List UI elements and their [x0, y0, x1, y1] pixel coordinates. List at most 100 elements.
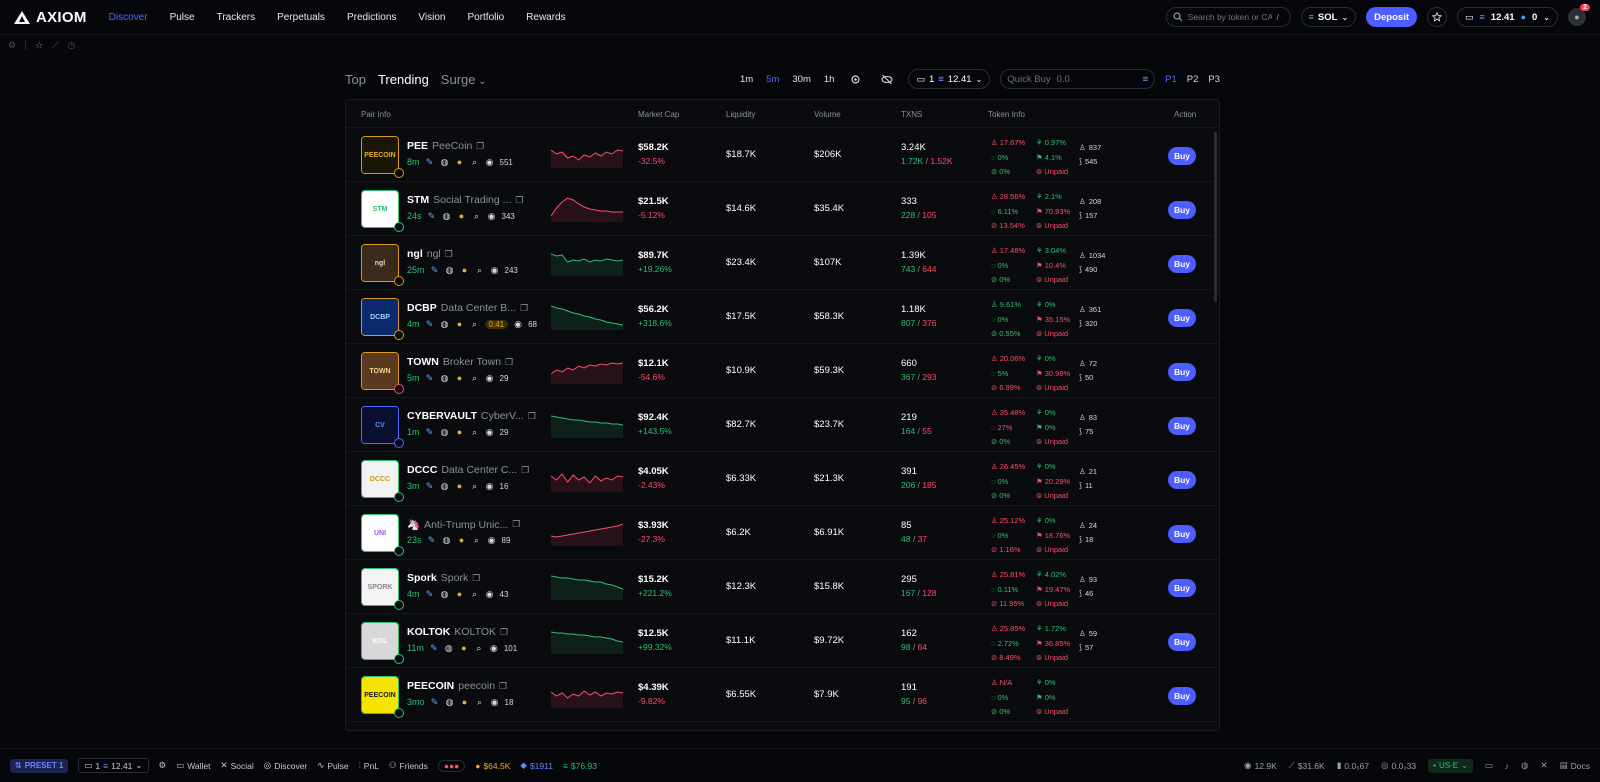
- token-image[interactable]: DCCC: [361, 460, 399, 498]
- token-image[interactable]: SPORK: [361, 568, 399, 606]
- discord-icon[interactable]: ◍: [1521, 760, 1528, 771]
- token-name[interactable]: 🦄 Anti-Trump Unic... ❐: [407, 518, 520, 532]
- buy-button[interactable]: Buy: [1168, 363, 1196, 381]
- coin-icon[interactable]: ●: [460, 697, 470, 707]
- token-image[interactable]: ngl: [361, 244, 399, 282]
- coin-icon[interactable]: ●: [455, 427, 465, 437]
- token-name[interactable]: PEE PeeCoin ❐: [407, 140, 484, 152]
- wallet-selector[interactable]: ▭ 1 ≡ 12.41 ⌄: [908, 69, 991, 89]
- copy-icon[interactable]: ❐: [500, 627, 508, 638]
- globe-icon[interactable]: ◍: [440, 481, 450, 491]
- hide-button[interactable]: [876, 69, 898, 89]
- coin-icon[interactable]: ●: [457, 211, 467, 221]
- coin-icon[interactable]: ●: [460, 265, 470, 275]
- feather-icon[interactable]: ✎: [425, 427, 435, 437]
- feather-icon[interactable]: ✎: [430, 265, 440, 275]
- feather-icon[interactable]: ✎: [425, 373, 435, 383]
- feather-icon[interactable]: ✎: [429, 643, 439, 653]
- footer-link-discover[interactable]: ◎ Discover: [264, 760, 307, 771]
- buy-button[interactable]: Buy: [1168, 255, 1196, 273]
- timeframe-30m[interactable]: 30m: [792, 74, 810, 85]
- token-image[interactable]: UNI: [361, 514, 399, 552]
- copy-icon[interactable]: ❐: [512, 519, 520, 530]
- coin-icon[interactable]: ●: [455, 589, 465, 599]
- token-name[interactable]: KOLTOK KOLTOK ❐: [407, 626, 508, 638]
- region-selector[interactable]: ▪ US-E ⌄: [1428, 758, 1473, 773]
- search-icon[interactable]: ⌕: [475, 265, 485, 275]
- footer-link-pulse[interactable]: ∿ Pulse: [317, 760, 348, 771]
- copy-icon[interactable]: ❐: [515, 195, 523, 206]
- token-name[interactable]: STM Social Trading ... ❐: [407, 194, 523, 206]
- coin-icon[interactable]: ●: [457, 535, 467, 545]
- table-row[interactable]: CV CYBERVAULT CyberV... ❐ 1m ✎ ◍ ● ⌕ ◉ 29 $92.4K +14…: [346, 398, 1219, 452]
- settings-icon[interactable]: ⚙: [159, 760, 167, 771]
- copy-icon[interactable]: ❐: [520, 303, 528, 314]
- table-row[interactable]: DCCC DCCC Data Center C... ❐ 3m ✎ ◍ ● ⌕ ◉ 16 $4.05K…: [346, 452, 1219, 506]
- bell-icon[interactable]: ♪: [1505, 761, 1509, 771]
- footer-link-social[interactable]: ✕ Social: [221, 760, 254, 771]
- buy-button[interactable]: Buy: [1168, 525, 1196, 543]
- quick-buy-box[interactable]: Quick Buy ≡: [1000, 69, 1156, 89]
- timeframe-5m[interactable]: 5m: [766, 74, 779, 85]
- search-box[interactable]: /: [1165, 7, 1291, 27]
- star-icon[interactable]: ☆: [35, 40, 43, 51]
- copy-icon[interactable]: ❐: [505, 357, 513, 368]
- feather-icon[interactable]: ✎: [425, 157, 435, 167]
- buy-button[interactable]: Buy: [1168, 471, 1196, 489]
- globe-icon[interactable]: ◍: [440, 427, 450, 437]
- coin-icon[interactable]: ●: [455, 319, 465, 329]
- search-icon[interactable]: ⌕: [474, 643, 484, 653]
- footer-link-friends[interactable]: ⚇ Friends: [389, 760, 428, 771]
- chart-icon[interactable]: ⟋: [52, 40, 58, 51]
- token-name[interactable]: CYBERVAULT CyberV... ❐: [407, 410, 536, 422]
- clock-icon[interactable]: ◷: [67, 40, 75, 51]
- globe-icon[interactable]: ◍: [444, 643, 454, 653]
- quick-buy-input[interactable]: [1056, 73, 1137, 85]
- axiom-logo[interactable]: AXIOM: [14, 9, 87, 26]
- table-row[interactable]: ngl ngl ngl ❐ 25m ✎ ◍ ● ⌕ ◉ 243 $89.7K +19.26% $23.4K…: [346, 236, 1219, 290]
- token-image[interactable]: STM: [361, 190, 399, 228]
- search-icon[interactable]: ⌕: [475, 697, 485, 707]
- table-row[interactable]: SPORK Spork Spork ❐ 4m ✎ ◍ ● ⌕ ◉ 43 $15.2K +221.2% $1…: [346, 560, 1219, 614]
- token-image[interactable]: PEECOIN: [361, 676, 399, 714]
- search-icon[interactable]: ⌕: [470, 427, 480, 437]
- buy-button[interactable]: Buy: [1168, 417, 1196, 435]
- col-market-cap[interactable]: Market Cap: [638, 110, 679, 119]
- layout-icon[interactable]: ▭: [1485, 760, 1493, 771]
- buy-button[interactable]: Buy: [1168, 201, 1196, 219]
- user-avatar[interactable]: ● 2: [1568, 4, 1590, 26]
- settings-icon[interactable]: ⚙: [8, 40, 16, 51]
- search-icon[interactable]: ⌕: [470, 373, 480, 383]
- token-name[interactable]: DCCC Data Center C... ❐: [407, 464, 529, 476]
- feather-icon[interactable]: ✎: [427, 535, 437, 545]
- copy-icon[interactable]: ❐: [521, 465, 529, 476]
- table-row[interactable]: TOWN TOWN Broker Town ❐ 5m ✎ ◍ ● ⌕ ◉ 29 $12.1K -54.6…: [346, 344, 1219, 398]
- search-icon[interactable]: ⌕: [472, 211, 482, 221]
- nav-discover[interactable]: Discover: [109, 12, 148, 23]
- nav-pulse[interactable]: Pulse: [170, 12, 195, 23]
- watchlist-button[interactable]: [1427, 7, 1447, 27]
- buy-button[interactable]: Buy: [1168, 579, 1196, 597]
- buy-button[interactable]: Buy: [1168, 687, 1196, 705]
- feather-icon[interactable]: ✎: [427, 211, 437, 221]
- preset-p3[interactable]: P3: [1208, 74, 1220, 85]
- col-pair-info[interactable]: Pair Info: [361, 110, 391, 119]
- nav-predictions[interactable]: Predictions: [347, 12, 396, 23]
- globe-icon[interactable]: ◍: [440, 319, 450, 329]
- buy-button[interactable]: Buy: [1168, 633, 1196, 651]
- search-icon[interactable]: ⌕: [470, 481, 480, 491]
- buy-button[interactable]: Buy: [1168, 309, 1196, 327]
- token-image[interactable]: DCBP: [361, 298, 399, 336]
- table-row[interactable]: KOL KOLTOK KOLTOK ❐ 11m ✎ ◍ ● ⌕ ◉ 101 $12.5K +99.32%…: [346, 614, 1219, 668]
- tab-trending[interactable]: Trending: [378, 72, 429, 87]
- col-liquidity[interactable]: Liquidity: [726, 110, 755, 119]
- chain-selector[interactable]: ≡ SOL ⌄: [1300, 7, 1357, 27]
- table-row[interactable]: UNI 🦄 Anti-Trump Unic... ❐ 23s ✎ ◍ ● ⌕ ◉ 89 $3.93K -…: [346, 506, 1219, 560]
- nav-perpetuals[interactable]: Perpetuals: [277, 12, 325, 23]
- globe-icon[interactable]: ◍: [440, 589, 450, 599]
- table-row[interactable]: PEECOIN PEECOIN peecoin ❐ 3mo ✎ ◍ ● ⌕ ◉ 18 $4.39K -9…: [346, 668, 1219, 722]
- search-icon[interactable]: ⌕: [470, 589, 480, 599]
- col-txns[interactable]: TXNS: [901, 110, 922, 119]
- token-name[interactable]: TOWN Broker Town ❐: [407, 356, 513, 368]
- coin-icon[interactable]: ●: [455, 157, 465, 167]
